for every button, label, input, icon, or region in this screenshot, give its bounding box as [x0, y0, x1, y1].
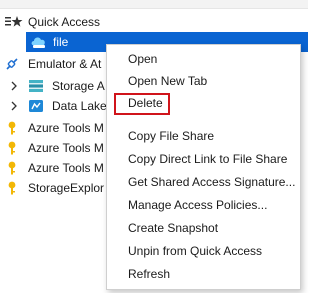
tree-item-label: file	[53, 35, 69, 49]
menu-item-unpin-quick-access[interactable]: Unpin from Quick Access	[107, 241, 300, 263]
menu-item-copy-file-share[interactable]: Copy File Share	[107, 126, 300, 148]
tree-item-label: Data Lake	[52, 99, 107, 113]
chevron-right-icon[interactable]	[9, 80, 19, 92]
menu-item-label: Create Snapshot	[128, 221, 219, 235]
storage-account-icon	[28, 79, 43, 93]
menu-item-refresh[interactable]: Refresh	[107, 264, 300, 286]
tree-item-label: Storage A	[52, 79, 105, 93]
tree-item-label: Azure Tools M	[28, 141, 104, 155]
menu-item-copy-direct-link[interactable]: Copy Direct Link to File Share	[107, 149, 300, 171]
tree-item-label: StorageExplor	[28, 181, 105, 195]
top-bar	[0, 0, 308, 9]
menu-item-label: Copy File Share	[128, 129, 215, 143]
menu-item-label: Unpin from Quick Access	[128, 244, 263, 258]
context-menu: Open Open New Tab Delete Copy File Share…	[106, 44, 301, 290]
key-icon	[5, 141, 19, 155]
menu-item-open[interactable]: Open	[107, 49, 300, 71]
menu-item-open-new-tab[interactable]: Open New Tab	[107, 71, 300, 93]
data-lake-icon	[28, 99, 43, 113]
key-icon	[5, 181, 19, 195]
menu-item-label: Refresh	[128, 267, 171, 281]
file-share-icon	[31, 35, 45, 49]
key-icon	[5, 161, 19, 175]
plug-icon	[5, 57, 19, 71]
menu-item-label: Delete	[128, 96, 163, 110]
menu-item-label: Open	[128, 52, 158, 66]
tree-item-quick-access[interactable]: Quick Access	[0, 12, 308, 32]
menu-item-get-shared-access-signature[interactable]: Get Shared Access Signature...	[107, 172, 300, 194]
key-icon	[5, 121, 19, 135]
tree-item-label: Azure Tools M	[28, 121, 104, 135]
menu-item-label: Open New Tab	[128, 74, 208, 88]
menu-item-label: Copy Direct Link to File Share	[128, 152, 288, 166]
menu-item-manage-access-policies[interactable]: Manage Access Policies...	[107, 195, 300, 217]
menu-item-delete[interactable]: Delete	[114, 93, 170, 115]
tree-item-label: Quick Access	[28, 15, 101, 29]
menu-item-create-snapshot[interactable]: Create Snapshot	[107, 218, 300, 240]
chevron-right-icon[interactable]	[9, 100, 19, 112]
menu-item-label: Get Shared Access Signature...	[128, 175, 296, 189]
tree-item-label: Emulator & At	[28, 57, 102, 71]
tree-item-label: Azure Tools M	[28, 161, 104, 175]
quick-access-icon	[5, 15, 23, 29]
menu-item-label: Manage Access Policies...	[128, 198, 268, 212]
